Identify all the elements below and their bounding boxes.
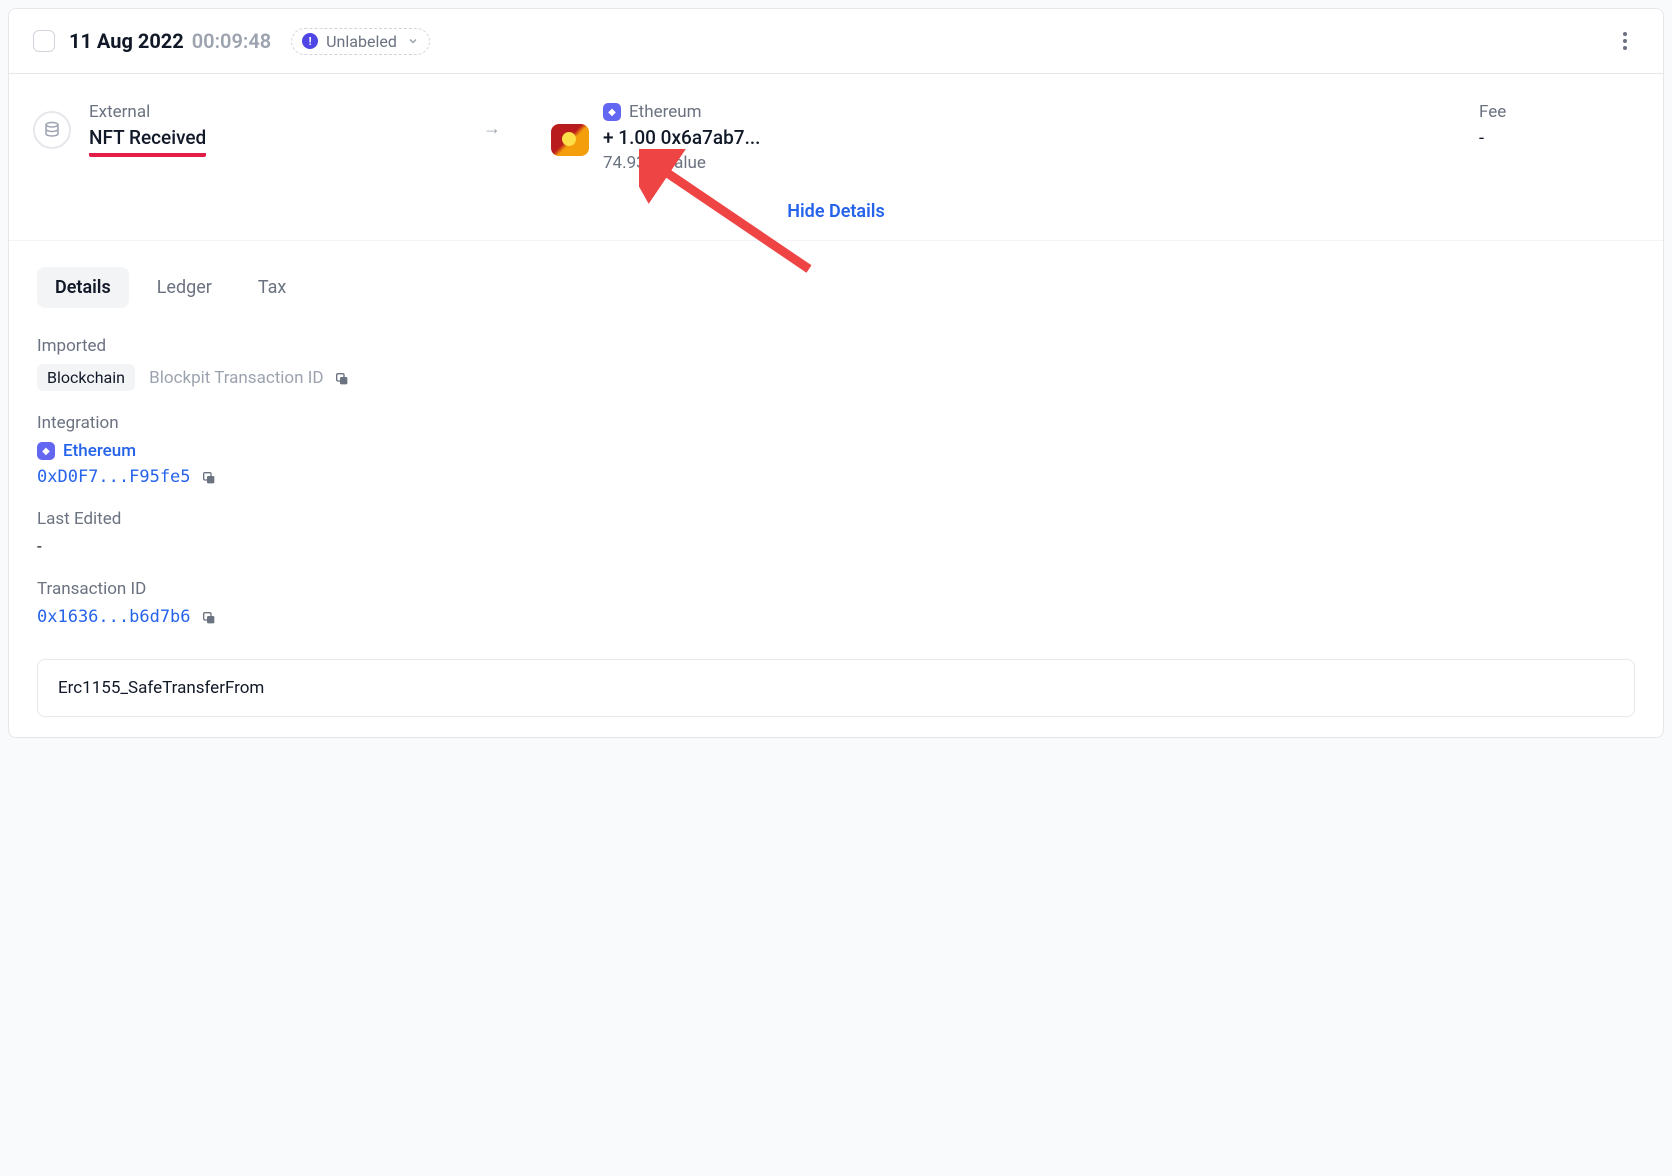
tx-source: External NFT Received	[33, 102, 393, 157]
imported-text: Blockpit Transaction ID	[149, 368, 323, 388]
integration-label: Integration	[37, 413, 1635, 433]
time-text: 00:09:48	[192, 29, 271, 53]
transaction-card: 11 Aug 2022 00:09:48 ! Unlabeled	[8, 8, 1664, 738]
details-panel: Imported Blockchain Blockpit Transaction…	[9, 308, 1663, 737]
arrow-right-icon: →	[483, 118, 501, 139]
method-box: Erc1155_SafeTransferFrom	[37, 659, 1635, 717]
label-text: Unlabeled	[326, 32, 397, 51]
timestamp: 11 Aug 2022 00:09:48	[69, 29, 271, 53]
copy-icon[interactable]	[201, 470, 217, 486]
date-text: 11 Aug 2022	[69, 29, 184, 53]
fee-value: -	[1479, 128, 1639, 149]
tx-fee: Fee -	[1479, 102, 1639, 149]
copy-icon[interactable]	[201, 610, 217, 626]
label-dropdown[interactable]: ! Unlabeled	[291, 28, 430, 55]
field-imported: Imported Blockchain Blockpit Transaction…	[37, 336, 1635, 391]
last-edited-label: Last Edited	[37, 509, 1635, 529]
integration-chain-name: Ethereum	[63, 441, 136, 461]
imported-label: Imported	[37, 336, 1635, 356]
tab-details[interactable]: Details	[37, 267, 129, 308]
transaction-body: External NFT Received → ◆ Ethereum + 1.0…	[9, 74, 1663, 240]
txid-label: Transaction ID	[37, 579, 1635, 599]
method-name: Erc1155_SafeTransferFrom	[58, 678, 264, 698]
tab-tax[interactable]: Tax	[240, 267, 304, 308]
ethereum-icon: ◆	[37, 442, 55, 460]
chevron-down-icon	[407, 32, 419, 51]
action-label: NFT Received	[89, 126, 206, 157]
card-header: 11 Aug 2022 00:09:48 ! Unlabeled	[9, 9, 1663, 74]
copy-icon[interactable]	[334, 371, 350, 387]
imported-source-pill: Blockchain	[37, 364, 135, 391]
integration-address-link[interactable]: 0xD0F7...F95fe5	[37, 467, 191, 487]
fee-label: Fee	[1479, 102, 1639, 122]
tx-asset: ◆ Ethereum + 1.00 0x6a7ab7... 74.93 $ Va…	[551, 102, 1429, 173]
tab-ledger[interactable]: Ledger	[139, 267, 230, 308]
ethereum-icon: ◆	[603, 103, 621, 121]
integration-chain-link[interactable]: ◆ Ethereum	[37, 441, 1635, 461]
info-icon: !	[302, 33, 318, 49]
txid-link[interactable]: 0x1636...b6d7b6	[37, 607, 191, 627]
asset-value: 74.93 $ Value	[603, 153, 760, 173]
more-menu-button[interactable]	[1611, 27, 1639, 55]
field-last-edited: Last Edited -	[37, 509, 1635, 557]
toggle-details-button[interactable]: Hide Details	[33, 173, 1639, 240]
field-integration: Integration ◆ Ethereum 0xD0F7...F95fe5	[37, 413, 1635, 487]
source-type: External	[89, 102, 206, 122]
asset-amount: + 1.00 0x6a7ab7...	[603, 126, 760, 149]
chain-name: Ethereum	[629, 102, 702, 122]
select-checkbox[interactable]	[33, 30, 55, 52]
database-icon	[33, 111, 71, 149]
tabs: Details Ledger Tax	[9, 241, 1663, 308]
nft-thumbnail	[551, 124, 589, 156]
asset-chain: ◆ Ethereum	[603, 102, 760, 122]
last-edited-value: -	[37, 537, 1635, 557]
field-transaction-id: Transaction ID 0x1636...b6d7b6	[37, 579, 1635, 627]
action-type: NFT Received	[89, 126, 206, 157]
